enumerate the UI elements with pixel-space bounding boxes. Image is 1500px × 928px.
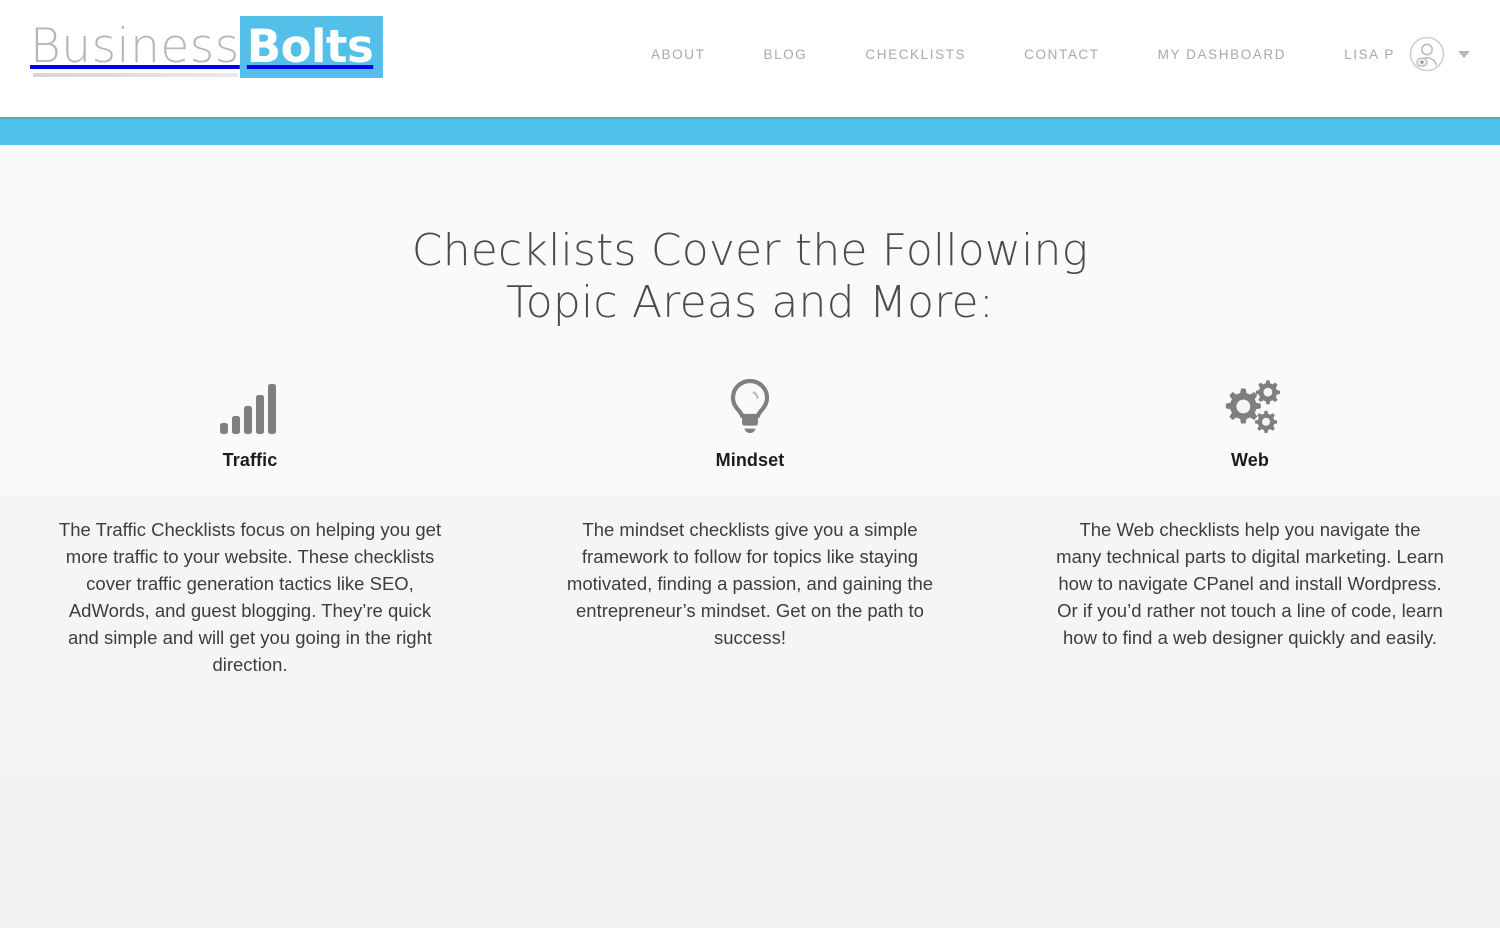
logo-text-business: Business <box>30 19 240 74</box>
logo-tagline <box>33 73 238 77</box>
topic-column-traffic: Traffic The Traffic Checklists focus on … <box>0 373 500 678</box>
topic-title-web: Web <box>1231 450 1269 470</box>
topic-title-mindset: Mindset <box>715 450 785 470</box>
lightbulb-icon <box>728 373 772 435</box>
topic-columns: Traffic The Traffic Checklists focus on … <box>0 373 1500 678</box>
page-root: Business Bolts ABOUT BLOG CHECKLISTS CON… <box>0 0 1500 928</box>
account-username: LISA P <box>1344 46 1395 62</box>
nav-item-about[interactable]: ABOUT <box>622 47 735 62</box>
logo-text-bolts: Bolts <box>239 16 384 78</box>
page-title-line-1: Checklists Cover the Following <box>411 225 1089 276</box>
topic-body-web: The Web checklists help you navigate the… <box>1056 519 1444 648</box>
bar-chart-icon <box>219 373 281 435</box>
page-title-line-2: Topic Areas and More: <box>506 277 994 328</box>
topic-column-web: Web The Web checklists help you navigate… <box>1000 373 1500 678</box>
gears-icon <box>1219 373 1281 435</box>
nav-item-my-dashboard[interactable]: MY DASHBOARD <box>1129 47 1315 62</box>
topics-section: Checklists Cover the Following Topic Are… <box>0 145 1500 928</box>
user-avatar-icon[interactable] <box>1409 36 1445 72</box>
topic-title-traffic: Traffic <box>222 450 278 470</box>
account-menu[interactable]: LISA P <box>1315 36 1470 72</box>
site-header: Business Bolts ABOUT BLOG CHECKLISTS CON… <box>0 0 1500 117</box>
nav-item-contact[interactable]: CONTACT <box>995 47 1128 62</box>
topic-body-traffic: The Traffic Checklists focus on helping … <box>58 519 442 675</box>
nav-item-checklists[interactable]: CHECKLISTS <box>836 47 995 62</box>
topic-body-mindset: The mindset checklists give you a simple… <box>566 519 934 648</box>
site-logo[interactable]: Business Bolts <box>30 16 384 82</box>
accent-bar <box>0 117 1500 145</box>
background-band-lower <box>0 776 1500 928</box>
nav-item-blog[interactable]: BLOG <box>734 47 836 62</box>
topic-column-mindset: Mindset The mindset checklists give you … <box>500 373 1000 678</box>
main-navigation: ABOUT BLOG CHECKLISTS CONTACT MY DASHBOA… <box>622 36 1470 72</box>
page-title: Checklists Cover the Following Topic Are… <box>0 225 1500 329</box>
chevron-down-icon[interactable] <box>1458 50 1470 58</box>
